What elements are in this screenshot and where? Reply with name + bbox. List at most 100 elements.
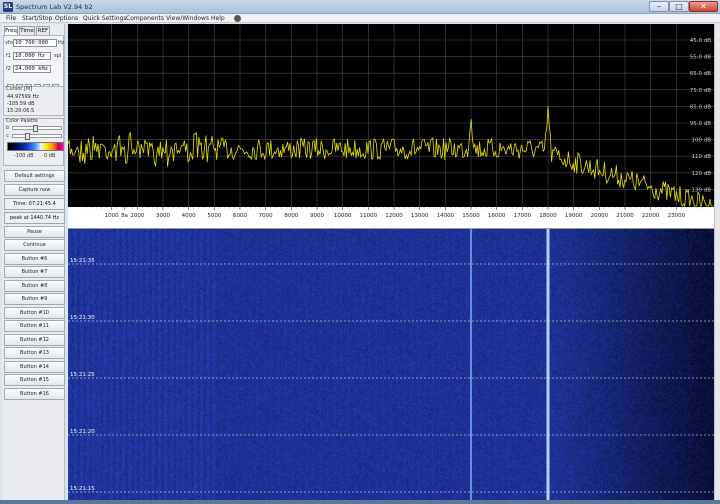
brightness-label: b <box>6 125 10 131</box>
db-tick-label: 130 dB <box>691 187 711 193</box>
user-button-11[interactable]: Button #11 <box>4 320 65 332</box>
brightness-slider[interactable] <box>12 125 62 132</box>
menu-quick-settings[interactable]: Quick Settings <box>83 15 126 22</box>
contrast-label: c <box>6 133 9 139</box>
waterfall-signal-line <box>546 229 550 500</box>
menu-help[interactable]: Help <box>211 15 225 22</box>
user-button-8[interactable]: Button #8 <box>4 280 65 292</box>
user-button-9[interactable]: Button #9 <box>4 293 65 305</box>
waterfall-signal-line <box>470 229 472 500</box>
app-icon: SL <box>3 2 13 12</box>
cursor-level: -105.59 dB <box>7 101 35 107</box>
user-button-12[interactable]: Button #12 <box>4 334 65 346</box>
menu-options[interactable]: Options <box>55 15 78 22</box>
f1-field[interactable]: 10.000 Hz <box>13 52 51 60</box>
palette-group-title: Color Palette <box>6 118 38 124</box>
cursor-frequency: 44.97599 Hz <box>7 94 39 100</box>
freq-tick-label: 4000 <box>182 213 196 219</box>
menu-start-stop[interactable]: Start/Stop <box>22 15 52 22</box>
freq-tick-label: 9000 <box>310 213 324 219</box>
user-button-15[interactable]: Button #15 <box>4 374 65 386</box>
freq-tick-label: 8000 <box>284 213 298 219</box>
menu-view-windows[interactable]: View/Windows <box>166 15 209 22</box>
spectrum-display[interactable]: 45.0 dB 55.0 dB 65.0 dB 75.0 dB 85.0 dB 95.0 … <box>68 24 714 207</box>
time-marker-label: 15:21:35 <box>70 258 95 264</box>
pause-button[interactable]: Pause <box>4 226 65 238</box>
user-button-16[interactable]: Button #16 <box>4 388 65 400</box>
maximize-button[interactable]: □ <box>669 1 689 12</box>
frequency-axis[interactable]: 1000 8a 2000 3000 4000 5000 6000 7000 8000 9000 10… <box>68 207 714 229</box>
freq-tick-label: 3000 <box>156 213 170 219</box>
freq-tick-label: 7000 <box>259 213 273 219</box>
freq-tick-label: 18000 <box>539 213 557 219</box>
freq-tick-label: 5000 <box>207 213 221 219</box>
time-marker-label: 15:21:25 <box>70 372 95 378</box>
frequency-scale: 1000 8a 2000 3000 4000 5000 6000 7000 8000 9000 10… <box>85 207 703 219</box>
freq-tick-label: 2000 <box>130 213 144 219</box>
close-button[interactable]: ✕ <box>689 1 718 12</box>
freq-tick-label: 14000 <box>437 213 455 219</box>
db-tick-label: 100 dB <box>691 138 711 144</box>
title-bar[interactable]: SL Spectrum Lab V2.94 b2 – □ ✕ <box>0 0 720 14</box>
palette-max-label: 0 dB <box>44 153 56 159</box>
f1-label: f1 <box>6 53 11 59</box>
taskbar <box>0 500 720 504</box>
menu-components[interactable]: Components <box>126 15 164 22</box>
user-button-7[interactable]: Button #7 <box>4 266 65 278</box>
continue-button[interactable]: Continue <box>4 239 65 251</box>
db-tick-label: 55.0 dB <box>690 55 711 61</box>
user-button-10[interactable]: Button #10 <box>4 307 65 319</box>
window-title: Spectrum Lab V2.94 b2 <box>16 3 93 11</box>
control-panel: Freq Time REF vfo 10 700 000 Hz f1 10.00… <box>2 24 65 500</box>
vertical-scrollbar[interactable] <box>714 24 720 500</box>
time-marker-label: 15:21:20 <box>70 429 95 435</box>
waterfall-display[interactable]: 15:21:35 15:21:30 15:21:25 15:21:20 15:21:15 <box>68 229 714 500</box>
db-tick-label: 45.0 dB <box>690 38 711 44</box>
vfo-field[interactable]: 10 700 000 <box>13 39 57 47</box>
color-palette-bar[interactable] <box>7 142 64 151</box>
time-marker-label: 15:21:30 <box>70 315 95 321</box>
db-tick-label: 75.0 dB <box>690 88 711 94</box>
time-display: Time: 07:21:45.4 <box>4 198 65 210</box>
f1-unit: spl <box>54 53 62 59</box>
capture-now-button[interactable]: Capture now <box>4 184 65 196</box>
freq-tick-label: 11000 <box>360 213 378 219</box>
user-button-14[interactable]: Button #14 <box>4 361 65 373</box>
freq-tick-label: 19000 <box>565 213 583 219</box>
cursor-time: 15:20:06.5 <box>7 108 35 114</box>
stop-icon[interactable] <box>234 15 241 22</box>
freq-tick-label: 13000 <box>411 213 429 219</box>
contrast-slider[interactable] <box>12 133 62 140</box>
f2-field[interactable]: 24.000 kHz <box>13 65 51 73</box>
default-settings-button[interactable]: Default settings <box>4 170 65 182</box>
minimize-button[interactable]: – <box>649 1 669 12</box>
db-tick-label: 110 dB <box>691 154 711 160</box>
palette-min-label: -100 dB <box>14 153 34 159</box>
freq-tick-label: 6000 <box>233 213 247 219</box>
menu-bar: File Start/Stop Options Quick Settings C… <box>0 14 720 23</box>
freq-tick-label: 1000 <box>105 213 119 219</box>
db-labels: 45.0 dB 55.0 dB 65.0 dB 75.0 dB 85.0 dB 95.0 … <box>690 38 711 193</box>
f2-label: f2 <box>6 66 11 72</box>
freq-tick-label: 22000 <box>642 213 660 219</box>
freq-tick-label: 10000 <box>334 213 352 219</box>
menu-file[interactable]: File <box>6 15 16 22</box>
freq-tick-label: 16000 <box>488 213 506 219</box>
vfo-label: vfo <box>5 40 13 46</box>
brightness-slider-thumb[interactable] <box>33 125 38 132</box>
user-button-13[interactable]: Button #13 <box>4 347 65 359</box>
db-tick-label: 120 dB <box>691 171 711 177</box>
freq-tick-label: 12000 <box>385 213 403 219</box>
time-marker-label: 15:21:15 <box>70 486 95 492</box>
cursor-group-title: Cursor [M] <box>6 86 33 92</box>
freq-tick-label: 23000 <box>668 213 686 219</box>
freq-tick-label: 15000 <box>462 213 480 219</box>
spectrum-graph: 45.0 dB 55.0 dB 65.0 dB 75.0 dB 85.0 dB 95.0 … <box>68 24 714 207</box>
cursor-group: Cursor [M] 44.97599 Hz -105.59 dB 15:20:… <box>3 86 64 116</box>
frequency-settings: vfo 10 700 000 Hz f1 10.000 Hz spl f2 24… <box>3 35 64 93</box>
freq-tick-label: 21000 <box>616 213 634 219</box>
db-tick-label: 95.0 dB <box>690 121 711 127</box>
color-palette-group: Color Palette b c -100 dB 0 dB <box>3 118 64 166</box>
user-button-6[interactable]: Button #6 <box>4 253 65 265</box>
contrast-slider-thumb[interactable] <box>25 133 30 140</box>
